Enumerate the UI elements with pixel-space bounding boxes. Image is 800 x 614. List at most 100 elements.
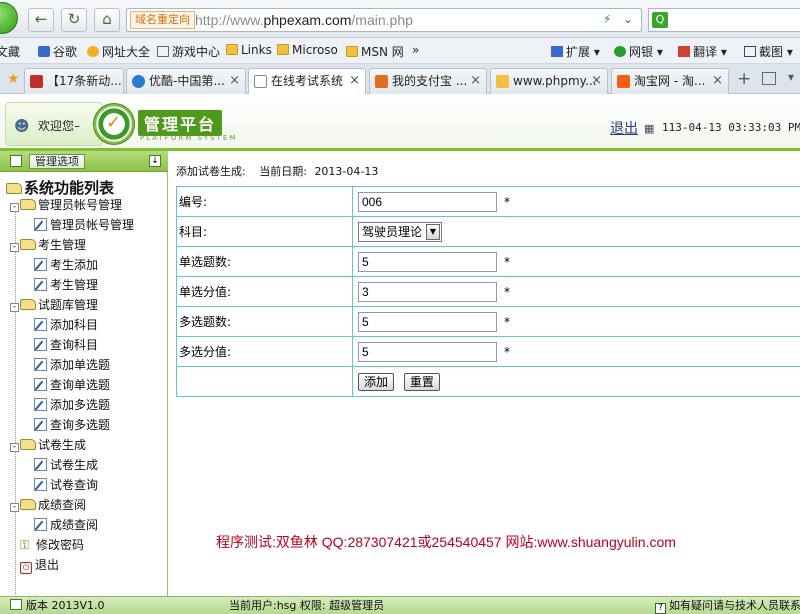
tree-root[interactable]: 系统功能列表: [6, 177, 114, 198]
bookmarks-overflow[interactable]: »: [412, 43, 419, 57]
multi-choice-score-input[interactable]: [358, 341, 497, 362]
collapse-arrow-icon[interactable]: ↓: [149, 155, 161, 167]
exam-paper-form: 编号: * 科目: 驾驶员理论▼ 单选题数: * 单选分值: * 多选题数: *…: [176, 186, 800, 397]
tab-list-icon[interactable]: [762, 72, 776, 85]
field-label: 多选分值:: [176, 336, 353, 367]
required-mark: *: [504, 344, 510, 359]
sidebar-item-query-multi-choice[interactable]: 查询多选题: [34, 417, 110, 433]
credit-text: 程序测试:双鱼林 QQ:287307421或254540457 网站:www.s…: [216, 534, 676, 550]
close-icon[interactable]: ×: [712, 69, 723, 93]
dropdown-arrow-icon[interactable]: ▼: [426, 223, 440, 240]
sidebar-item-query-single-choice[interactable]: 查询单选题: [34, 377, 110, 393]
tab-exam-system[interactable]: 在线考试系统 ×: [248, 68, 366, 95]
sidebar-item-exit[interactable]: ⏻ 退出: [20, 557, 59, 574]
browser-logo-icon[interactable]: [0, 2, 18, 34]
single-choice-count-input[interactable]: [358, 251, 497, 272]
page-icon: [157, 46, 169, 57]
form-row-single-score: 单选分值: *: [176, 276, 800, 307]
sidebar-item-add-subject[interactable]: 添加科目: [34, 317, 98, 333]
lightning-icon[interactable]: ⚡: [603, 12, 611, 26]
bookmark-microsoft[interactable]: Microso: [277, 43, 338, 57]
screenshot-menu[interactable]: 截图 ▾: [744, 43, 793, 60]
monitor-icon: [10, 599, 22, 610]
tree-group-scores[interactable]: - 成绩查阅: [10, 497, 86, 513]
bookmark-games[interactable]: 游戏中心: [157, 43, 220, 60]
scissors-icon: [744, 46, 756, 57]
tab-taobao[interactable]: 淘宝网 - 淘... ×: [611, 68, 729, 94]
close-icon[interactable]: ×: [229, 69, 240, 93]
edit-icon: [34, 378, 47, 391]
form-row-number: 编号: *: [176, 186, 800, 217]
extensions-menu[interactable]: 扩展 ▾: [551, 43, 600, 60]
bookmark-sites[interactable]: 网址大全: [87, 43, 150, 60]
chevron-down-icon[interactable]: ▾: [788, 70, 794, 84]
translate-menu[interactable]: 翻译 ▾: [678, 43, 727, 60]
sidebar-title-button[interactable]: 管理选项: [29, 154, 85, 169]
redirect-tag[interactable]: 域名重定向: [130, 11, 195, 29]
refresh-button[interactable]: ↻: [61, 8, 87, 32]
exit-icon: ⏻: [20, 562, 32, 574]
tab-youku[interactable]: 优酷-中国第... ×: [126, 68, 246, 94]
alipay-icon: [375, 75, 388, 88]
shield-icon: [614, 46, 626, 57]
required-mark: *: [504, 284, 510, 299]
new-tab-button[interactable]: +: [737, 69, 751, 89]
tree-group-paper-generation[interactable]: - 试卷生成: [10, 437, 86, 453]
required-mark: *: [504, 314, 510, 329]
bookmark-msn[interactable]: MSN 网: [346, 43, 404, 60]
close-icon[interactable]: ×: [349, 69, 360, 93]
clock-icon: ▦: [644, 122, 655, 135]
star-icon[interactable]: ★: [7, 71, 20, 87]
tree-group-question-bank[interactable]: - 试题库管理: [10, 297, 98, 313]
sidebar-item-query-paper[interactable]: 试卷查询: [34, 477, 98, 493]
sidebar-item-add-single-choice[interactable]: 添加单选题: [34, 357, 110, 373]
multi-choice-count-input[interactable]: [358, 311, 497, 332]
edit-icon: [34, 338, 47, 351]
logout-link[interactable]: 退出: [610, 118, 638, 138]
close-icon[interactable]: ×: [470, 69, 481, 93]
news-icon: [30, 75, 43, 88]
tree-group-admin-accounts[interactable]: - 管理员帐号管理: [10, 197, 122, 213]
sidebar-item-admin-account-manage[interactable]: 管理员帐号管理: [34, 217, 134, 233]
bookmark-favorites[interactable]: 文藏: [0, 43, 20, 60]
reset-button[interactable]: 重置: [403, 372, 440, 391]
tab-alipay[interactable]: 我的支付宝 ... ×: [369, 68, 487, 94]
help-info: ? 如有疑问请与技术人员联系: [655, 597, 800, 614]
dropdown-chevron-icon[interactable]: ⌄: [623, 12, 633, 26]
form-row-multi-count: 多选题数: *: [176, 306, 800, 337]
tab-news[interactable]: 【17条新动...: [24, 68, 124, 94]
sidebar-item-view-scores[interactable]: 成绩查阅: [34, 517, 98, 533]
close-icon[interactable]: ×: [591, 69, 602, 93]
platform-subtitle: PLATFORM SYSTEM: [140, 134, 238, 142]
sidebar-item-add-examinee[interactable]: 考生添加: [34, 257, 98, 273]
bookmark-links[interactable]: Links: [226, 43, 272, 57]
form-row-actions: 添加 重置: [176, 366, 800, 397]
paper-number-input[interactable]: [358, 191, 497, 212]
folder-icon: [226, 44, 238, 55]
home-button[interactable]: ⌂: [94, 8, 120, 32]
sidebar-item-add-multi-choice[interactable]: 添加多选题: [34, 397, 110, 413]
sidebar-item-change-password[interactable]: ⚿ 修改密码: [20, 537, 84, 553]
tab-phpmyadmin[interactable]: www.phpmy... ×: [490, 68, 608, 94]
back-button[interactable]: ←: [28, 8, 54, 32]
search-box[interactable]: Q: [648, 8, 800, 32]
tree-group-examinee[interactable]: - 考生管理: [10, 237, 86, 253]
edit-icon: [34, 418, 47, 431]
add-button[interactable]: 添加: [358, 372, 395, 391]
url-text[interactable]: http://www.phpexam.com/main.php: [195, 12, 413, 28]
url-input[interactable]: 域名重定向 http://www.phpexam.com/main.php ⚡ …: [126, 8, 642, 32]
browser-address-bar: ← ↻ ⌂ 域名重定向 http://www.phpexam.com/main.…: [0, 0, 800, 38]
netbank-menu[interactable]: 网银 ▾: [614, 43, 663, 60]
translate-icon: [678, 46, 690, 57]
bookmark-google[interactable]: 谷歌: [38, 43, 77, 60]
search-engine-icon[interactable]: Q: [652, 12, 668, 28]
key-icon: ⚿: [20, 538, 30, 552]
folder-open-icon: [20, 199, 36, 210]
subject-select[interactable]: 驾驶员理论 ▼: [358, 221, 442, 242]
single-choice-score-input[interactable]: [358, 281, 497, 302]
sidebar-item-generate-paper[interactable]: 试卷生成: [34, 457, 98, 473]
sidebar-item-query-subject[interactable]: 查询科目: [34, 337, 98, 353]
sidebar-item-manage-examinee[interactable]: 考生管理: [34, 277, 98, 293]
bookmark-bar: 文藏 谷歌 网址大全 游戏中心 Links Microso MSN 网 » 扩展…: [0, 38, 800, 64]
platform-logo-icon: ✓: [93, 103, 135, 145]
